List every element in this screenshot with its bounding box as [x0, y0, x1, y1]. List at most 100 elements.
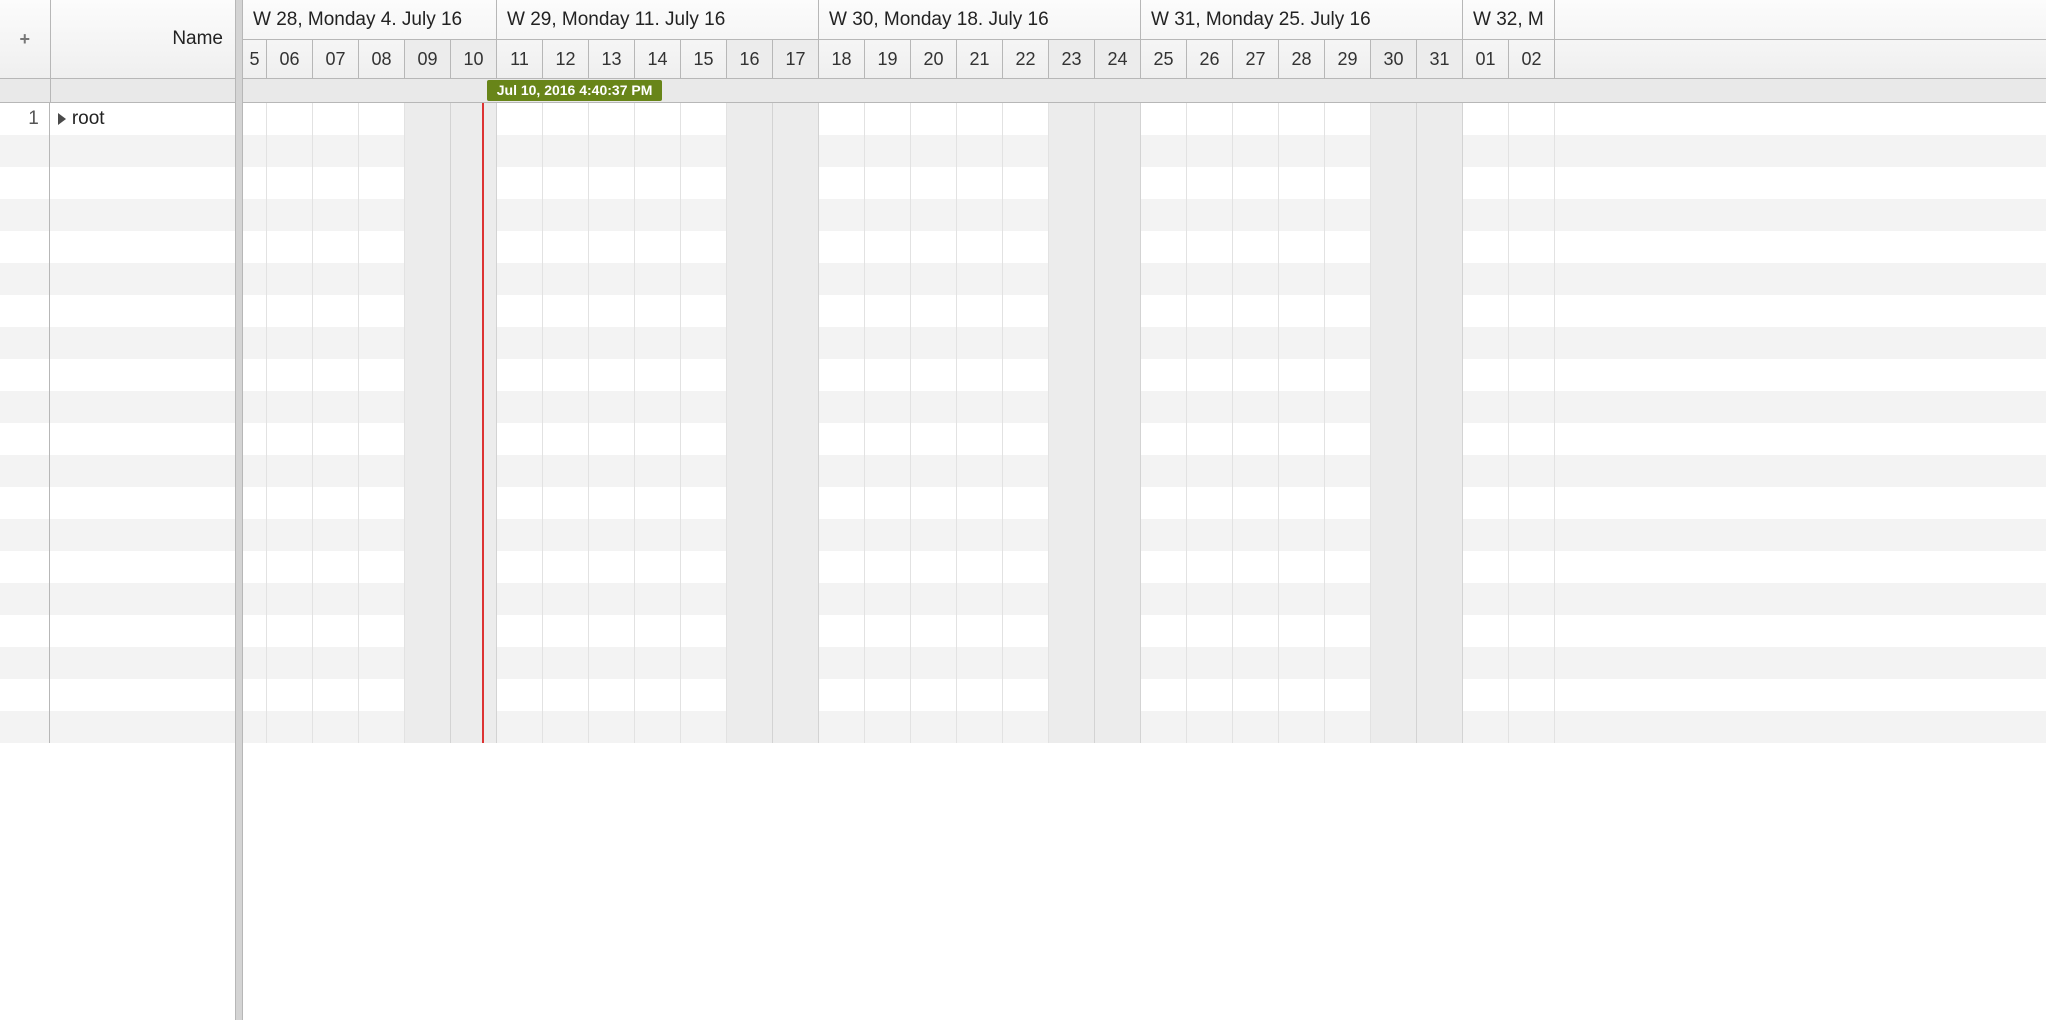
timeline-cell[interactable]: [681, 519, 727, 551]
timeline-cell[interactable]: [1463, 647, 1509, 679]
timeline-cell[interactable]: [405, 551, 451, 583]
timeline-cell[interactable]: [1279, 583, 1325, 615]
timeline-cell[interactable]: [911, 295, 957, 327]
timeline-cell[interactable]: [589, 199, 635, 231]
timeline-cell[interactable]: [589, 295, 635, 327]
timeline-cell[interactable]: [313, 647, 359, 679]
timeline-cell[interactable]: [589, 359, 635, 391]
day-header[interactable]: 07: [313, 40, 359, 78]
table-row[interactable]: [0, 455, 235, 487]
timeline-cell[interactable]: [451, 679, 497, 711]
day-header[interactable]: 01: [1463, 40, 1509, 78]
timeline-cell[interactable]: [1463, 551, 1509, 583]
timeline-cell[interactable]: [819, 295, 865, 327]
timeline-cell[interactable]: [681, 295, 727, 327]
day-header[interactable]: 14: [635, 40, 681, 78]
table-row[interactable]: [0, 263, 235, 295]
timeline-cell[interactable]: [773, 167, 819, 199]
timeline-cell[interactable]: [1509, 679, 1555, 711]
day-header[interactable]: 5: [243, 40, 267, 78]
timeline-cell[interactable]: [865, 199, 911, 231]
timeline-cell[interactable]: [1095, 423, 1141, 455]
timeline-cell[interactable]: [773, 103, 819, 135]
timeline-cell[interactable]: [1095, 583, 1141, 615]
timeline-cell[interactable]: [681, 551, 727, 583]
timeline-cell[interactable]: [359, 679, 405, 711]
table-row[interactable]: [0, 231, 235, 263]
timeline-cell[interactable]: [681, 679, 727, 711]
timeline-cell[interactable]: [313, 103, 359, 135]
timeline-cell[interactable]: [1049, 199, 1095, 231]
timeline-cell[interactable]: [589, 391, 635, 423]
timeline-cell[interactable]: [267, 103, 313, 135]
timeline-row[interactable]: [243, 359, 2046, 391]
timeline-row[interactable]: [243, 551, 2046, 583]
timeline-cell[interactable]: [543, 647, 589, 679]
timeline-cell[interactable]: [1233, 423, 1279, 455]
timeline-cell[interactable]: [727, 583, 773, 615]
timeline-cell[interactable]: [589, 135, 635, 167]
timeline-cell[interactable]: [635, 327, 681, 359]
timeline-cell[interactable]: [1141, 487, 1187, 519]
timeline-cell[interactable]: [1187, 583, 1233, 615]
timeline-cell[interactable]: [1371, 391, 1417, 423]
timeline-cell[interactable]: [359, 391, 405, 423]
timeline-cell[interactable]: [1325, 199, 1371, 231]
timeline-cell[interactable]: [1095, 103, 1141, 135]
timeline-cell[interactable]: [1325, 167, 1371, 199]
timeline-cell[interactable]: [727, 135, 773, 167]
timeline-cell[interactable]: [1417, 551, 1463, 583]
timeline-cell[interactable]: [1049, 519, 1095, 551]
timeline-cell[interactable]: [1371, 295, 1417, 327]
timeline-cell[interactable]: [681, 455, 727, 487]
timeline-cell[interactable]: [267, 583, 313, 615]
timeline-cell[interactable]: [267, 455, 313, 487]
timeline-cell[interactable]: [359, 615, 405, 647]
timeline-cell[interactable]: [1141, 327, 1187, 359]
timeline-cell[interactable]: [1187, 551, 1233, 583]
timeline-cell[interactable]: [543, 359, 589, 391]
timeline-cell[interactable]: [243, 327, 267, 359]
timeline-cell[interactable]: [405, 487, 451, 519]
timeline-cell[interactable]: [635, 167, 681, 199]
timeline-row[interactable]: [243, 199, 2046, 231]
day-header[interactable]: 30: [1371, 40, 1417, 78]
timeline-cell[interactable]: [957, 711, 1003, 743]
timeline-cell[interactable]: [911, 263, 957, 295]
timeline-cell[interactable]: [727, 231, 773, 263]
timeline-cell[interactable]: [957, 391, 1003, 423]
timeline-cell[interactable]: [1325, 519, 1371, 551]
timeline-cell[interactable]: [1509, 615, 1555, 647]
timeline-cell[interactable]: [1463, 135, 1509, 167]
timeline-cell[interactable]: [451, 231, 497, 263]
timeline-cell[interactable]: [1371, 423, 1417, 455]
timeline-cell[interactable]: [635, 679, 681, 711]
timeline-cell[interactable]: [1049, 103, 1095, 135]
timeline-cell[interactable]: [267, 487, 313, 519]
timeline-cell[interactable]: [1233, 103, 1279, 135]
timeline-cell[interactable]: [1095, 551, 1141, 583]
row-name-cell[interactable]: [50, 647, 235, 679]
timeline-cell[interactable]: [865, 551, 911, 583]
timeline-cell[interactable]: [1325, 551, 1371, 583]
timeline-cell[interactable]: [1187, 327, 1233, 359]
timeline-cell[interactable]: [1049, 679, 1095, 711]
timeline-cell[interactable]: [543, 103, 589, 135]
timeline-cell[interactable]: [1509, 519, 1555, 551]
timeline-cell[interactable]: [267, 295, 313, 327]
timeline-cell[interactable]: [1417, 679, 1463, 711]
timeline-cell[interactable]: [359, 583, 405, 615]
timeline-cell[interactable]: [911, 327, 957, 359]
timeline-cell[interactable]: [1279, 167, 1325, 199]
timeline-cell[interactable]: [1049, 455, 1095, 487]
timeline-cell[interactable]: [957, 199, 1003, 231]
timeline-cell[interactable]: [1279, 231, 1325, 263]
timeline-cell[interactable]: [1509, 647, 1555, 679]
timeline-cell[interactable]: [727, 711, 773, 743]
timeline-cell[interactable]: [1095, 519, 1141, 551]
timeline-cell[interactable]: [1003, 295, 1049, 327]
timeline-cell[interactable]: [359, 231, 405, 263]
timeline-cell[interactable]: [635, 263, 681, 295]
timeline-cell[interactable]: [1095, 231, 1141, 263]
timeline-cell[interactable]: [1463, 231, 1509, 263]
